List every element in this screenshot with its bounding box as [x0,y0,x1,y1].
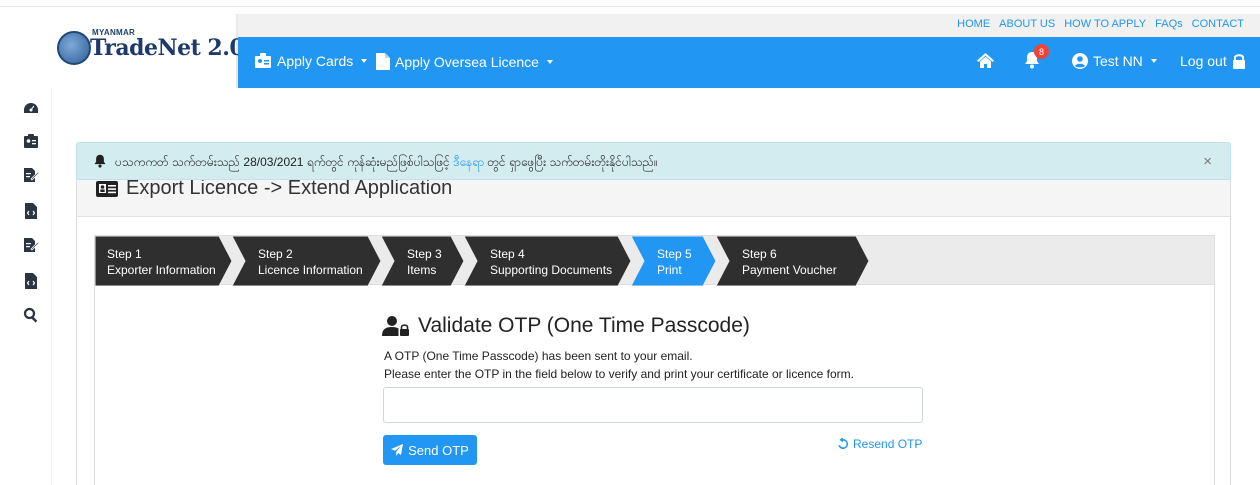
step-text: Step 1 Exporter Information [107,246,216,278]
user-menu[interactable]: Test NN [1072,53,1157,69]
step-wizard: Step 1 Exporter Information Step 2 Licence … [94,235,1215,286]
left-sidebar [0,88,52,485]
otp-title-text: Validate OTP (One Time Passcode) [418,314,750,337]
file-icon [376,53,390,70]
sidebar-file-code-icon-2[interactable] [22,272,40,290]
logout-label: Log out [1180,53,1227,69]
util-link-contact[interactable]: CONTACT [1192,18,1244,30]
notifications-button[interactable]: 8 [1024,44,1049,69]
utility-links: HOME ABOUT US HOW TO APPLY FAQs CONTACT [957,18,1244,30]
resend-otp-link[interactable]: Resend OTP [837,437,922,451]
step-number: Step 1 [107,247,142,261]
id-badge-icon [255,53,271,68]
step-text: Step 4 Supporting Documents [490,246,612,278]
top-rule [0,0,1260,7]
alert-text-after: တွင် ရှာဖွေပြီး သက်တမ်းတိုးနိုင်ပါသည်။ [484,155,658,169]
step-text: Step 6 Payment Voucher [742,246,837,278]
caret-down-icon [1150,59,1157,63]
step-label: Licence Information [258,263,363,277]
step-label: Items [407,263,437,277]
globe-logo-icon [57,31,91,65]
home-nav-button[interactable] [976,52,995,69]
step-text: Step 3 Items [407,246,442,278]
notification-badge: 8 [1034,44,1049,59]
sidebar-edit-doc-icon-2[interactable] [22,236,40,254]
sidebar-dashboard-icon[interactable] [22,100,40,118]
paper-plane-icon [391,444,404,456]
user-name: Test NN [1093,53,1143,69]
util-link-home[interactable]: HOME [957,18,990,30]
wizard-step-4[interactable]: Step 4 Supporting Documents [464,236,632,286]
resend-otp-label: Resend OTP [853,437,923,451]
apply-oversea-menu[interactable]: Apply Oversea Licence [376,53,553,70]
step-text: Step 2 Licence Information [258,246,363,278]
sidebar-search-icon[interactable] [22,306,40,324]
send-otp-button[interactable]: Send OTP [383,435,477,465]
utility-bar: HOME ABOUT US HOW TO APPLY FAQs CONTACT [238,14,1260,37]
step-number: Step 6 [742,247,777,261]
expiry-alert: ပသကကတ် သက်တမ်းသည် 28/03/2021 ရက်တွင် ကုန… [76,142,1231,180]
step-label: Supporting Documents [490,263,613,277]
sidebar-id-card-icon[interactable] [22,132,40,150]
logout-button[interactable]: Log out [1180,53,1246,69]
step-label: Print [657,263,682,277]
apply-cards-menu[interactable]: Apply Cards [254,53,368,69]
wizard-step-5[interactable]: Step 5 Print [631,236,717,286]
lock-icon [1232,54,1245,69]
util-link-how-to-apply[interactable]: HOW TO APPLY [1064,18,1146,30]
main-navbar: Apply Cards Apply Oversea Licence 8 Test… [238,37,1260,88]
user-circle-icon [1072,53,1088,69]
alert-message: ပသကကတ် သက်တမ်းသည် 28/03/2021 ရက်တွင် ကုန… [115,154,658,172]
alert-text-before: ပသကကတ် သက်တမ်းသည် 28/03/2021 ရက်တွင် ကုန… [115,155,454,169]
brand-logo[interactable]: MYANMAR TradeNet 2.0 [52,14,245,88]
page-title: Export Licence -> Extend Application [96,177,452,200]
sidebar-edit-doc-icon[interactable] [22,166,40,184]
user-lock-icon [382,316,409,336]
bell-icon [93,154,107,168]
step-number: Step 4 [490,247,525,261]
send-otp-label: Send OTP [408,442,469,458]
step-number: Step 3 [407,247,442,261]
step-number: Step 5 [657,247,692,261]
undo-icon [838,438,849,449]
id-card-icon [96,180,118,197]
apply-oversea-label: Apply Oversea Licence [395,53,539,70]
wizard-step-1[interactable]: Step 1 Exporter Information [95,236,233,286]
page-title-text: Export Licence -> Extend Application [126,177,453,199]
step-label: Exporter Information [107,263,216,277]
wizard-step-3[interactable]: Step 3 Items [381,236,465,286]
step-label: Payment Voucher [742,263,837,277]
alert-link[interactable]: ဒီနေရာ [453,155,484,169]
caret-down-icon [546,59,553,64]
caret-down-icon [361,59,368,63]
otp-info-line-1: A OTP (One Time Passcode) has been sent … [384,349,693,363]
sidebar-file-code-icon[interactable] [22,202,40,220]
util-link-about[interactable]: ABOUT US [999,18,1055,30]
otp-input[interactable] [383,387,923,423]
apply-cards-label: Apply Cards [277,53,354,69]
close-alert-button[interactable]: × [1203,153,1212,170]
util-link-faqs[interactable]: FAQs [1155,18,1183,30]
step-number: Step 2 [258,247,293,261]
wizard-step-2[interactable]: Step 2 Licence Information [232,236,382,286]
home-icon [977,53,994,68]
step-text: Step 5 Print [657,246,692,278]
wizard-step-6[interactable]: Step 6 Payment Voucher [716,236,870,286]
brand-name: TradeNet 2.0 [90,35,245,61]
otp-info-line-2: Please enter the OTP in the field below … [384,367,855,381]
otp-heading: Validate OTP (One Time Passcode) [382,314,750,338]
